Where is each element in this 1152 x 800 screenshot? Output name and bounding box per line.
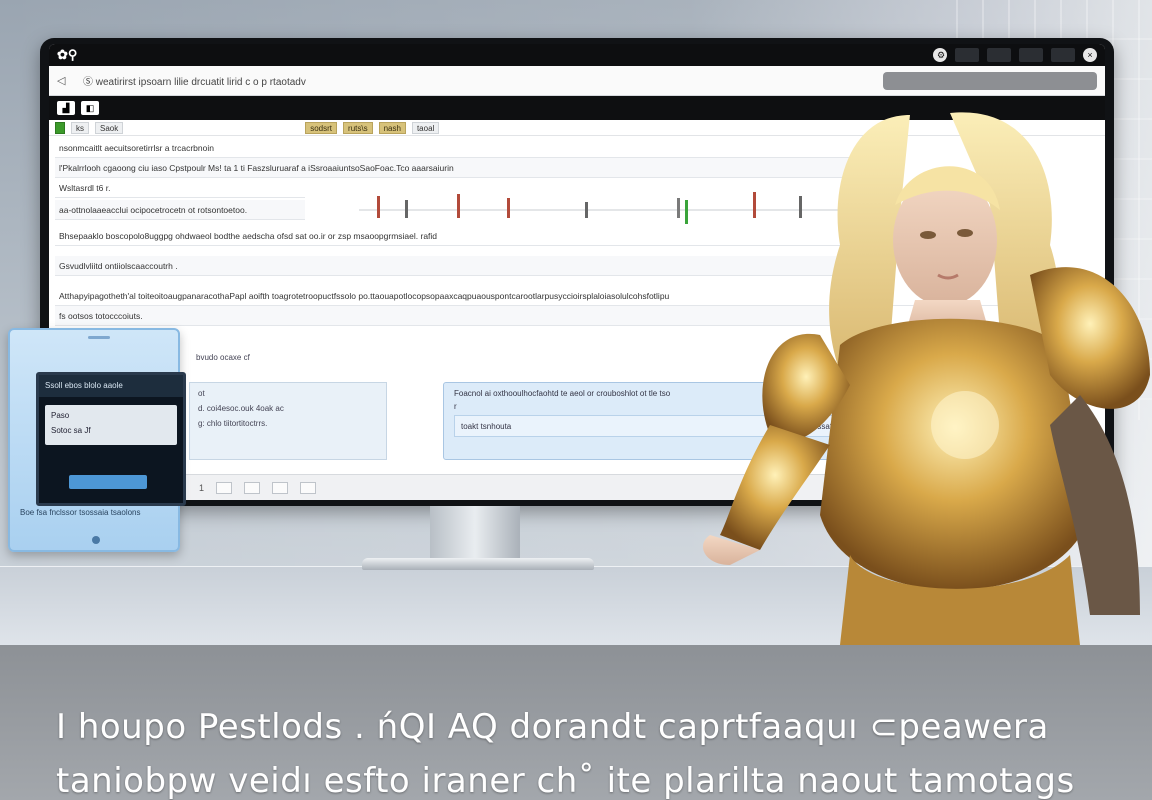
- status-check-icon[interactable]: [244, 481, 261, 494]
- caption-line-2: taniobpw veidı esfto iraner ch˚ ite plar…: [56, 761, 1075, 800]
- panel-left-line: d. coi4esoc.ouk 4oak ac: [198, 404, 284, 413]
- toolbar-page-icon[interactable]: ◧: [81, 101, 99, 115]
- phone-card-line: Sotoc sa Jf: [51, 426, 91, 435]
- window-button-4[interactable]: [1051, 48, 1075, 62]
- chart-bar: [405, 200, 408, 218]
- armored-heroine-illustration: [702, 112, 1150, 645]
- tab-3[interactable]: Saok: [95, 121, 124, 134]
- eye-left: [920, 231, 936, 239]
- monitor-stand-neck: [430, 506, 520, 562]
- page-number: 1: [199, 482, 205, 493]
- settings-icon[interactable]: ⚙: [933, 48, 947, 62]
- phone-header: Ssoll ebos blolo aaole: [39, 375, 183, 397]
- phone-footer: Boe fsa fnclssor tsossaia tsaolons: [20, 508, 141, 517]
- search-input[interactable]: [883, 71, 1097, 90]
- phone-speaker: [88, 336, 110, 339]
- monitor-stand-foot: [362, 558, 594, 570]
- tab-1[interactable]: [55, 121, 65, 134]
- status-grid-icon[interactable]: [300, 481, 317, 494]
- chart-bar: [677, 198, 680, 218]
- panel-inner-left-text: toakt tsnhouta: [461, 421, 512, 431]
- status-image-icon[interactable]: [216, 481, 233, 494]
- list-item[interactable]: Wsltasrdl t6 r.: [55, 178, 305, 198]
- window-titlebar: ✿⚲ ⚙ ×: [49, 44, 1105, 66]
- phone-home-button[interactable]: [92, 536, 100, 544]
- tab-4[interactable]: sodsrt: [305, 121, 338, 134]
- chart-bar: [457, 194, 460, 218]
- eye-right: [957, 229, 973, 237]
- window-button-2[interactable]: [987, 48, 1011, 62]
- chart-bar: [585, 202, 588, 218]
- address-bar: ◁ Ⓢ weatiri​rst ipsoarn lilie drcuatit l…: [49, 66, 1105, 96]
- phone-overlay: Ssoll ebos blolo aaole Paso Sotoc sa Jf …: [8, 328, 186, 552]
- toolbar-brand-icon[interactable]: ▟: [57, 101, 75, 115]
- caption-line-1: I houpo Pestlods . ńQI AQ dorandt caprtf…: [56, 707, 1049, 747]
- phone-card-line: Paso: [51, 411, 70, 420]
- caption-banner: I houpo Pestlods . ńQI AQ dorandt caprtf…: [0, 645, 1152, 800]
- app-logo-icon: ✿⚲: [57, 47, 78, 62]
- chart-bar: [507, 198, 510, 218]
- phone-screen: Ssoll ebos blolo aaole Paso Sotoc sa Jf: [36, 372, 186, 506]
- phone-card[interactable]: Paso Sotoc sa Jf: [45, 405, 177, 445]
- armor-glow: [931, 391, 999, 459]
- tab-7[interactable]: taoal: [411, 121, 440, 134]
- list-item[interactable]: aa-ottnolaaeacclui ocipocetrocetn ot rot…: [55, 200, 305, 220]
- close-icon[interactable]: ×: [1083, 48, 1097, 62]
- panel-left-line: g: chlo tiitortitoctrrs.: [198, 419, 268, 428]
- panel-left-line: ot: [198, 389, 205, 398]
- phone-action-button[interactable]: [69, 475, 147, 489]
- chart-bar: [377, 196, 380, 218]
- status-box-icon[interactable]: [272, 481, 289, 494]
- chart-bar: [685, 200, 688, 224]
- minimize-button[interactable]: [1019, 48, 1043, 62]
- tab-2[interactable]: ks: [71, 121, 89, 134]
- tab-5[interactable]: ruts\s: [343, 121, 373, 134]
- address-text[interactable]: Ⓢ weatiri​rst ipsoarn lilie drcuatit lir…: [83, 73, 883, 88]
- arm-left: [720, 425, 830, 550]
- back-icon[interactable]: ◁: [57, 74, 73, 87]
- tab-6[interactable]: nash: [378, 121, 406, 134]
- info-panel-left: bvudo ocaxe cf ot d. coi4esoc.ouk 4oak a…: [189, 353, 387, 460]
- panel-left-title: bvudo ocaxe cf: [196, 353, 250, 362]
- window-button-1[interactable]: [955, 48, 979, 62]
